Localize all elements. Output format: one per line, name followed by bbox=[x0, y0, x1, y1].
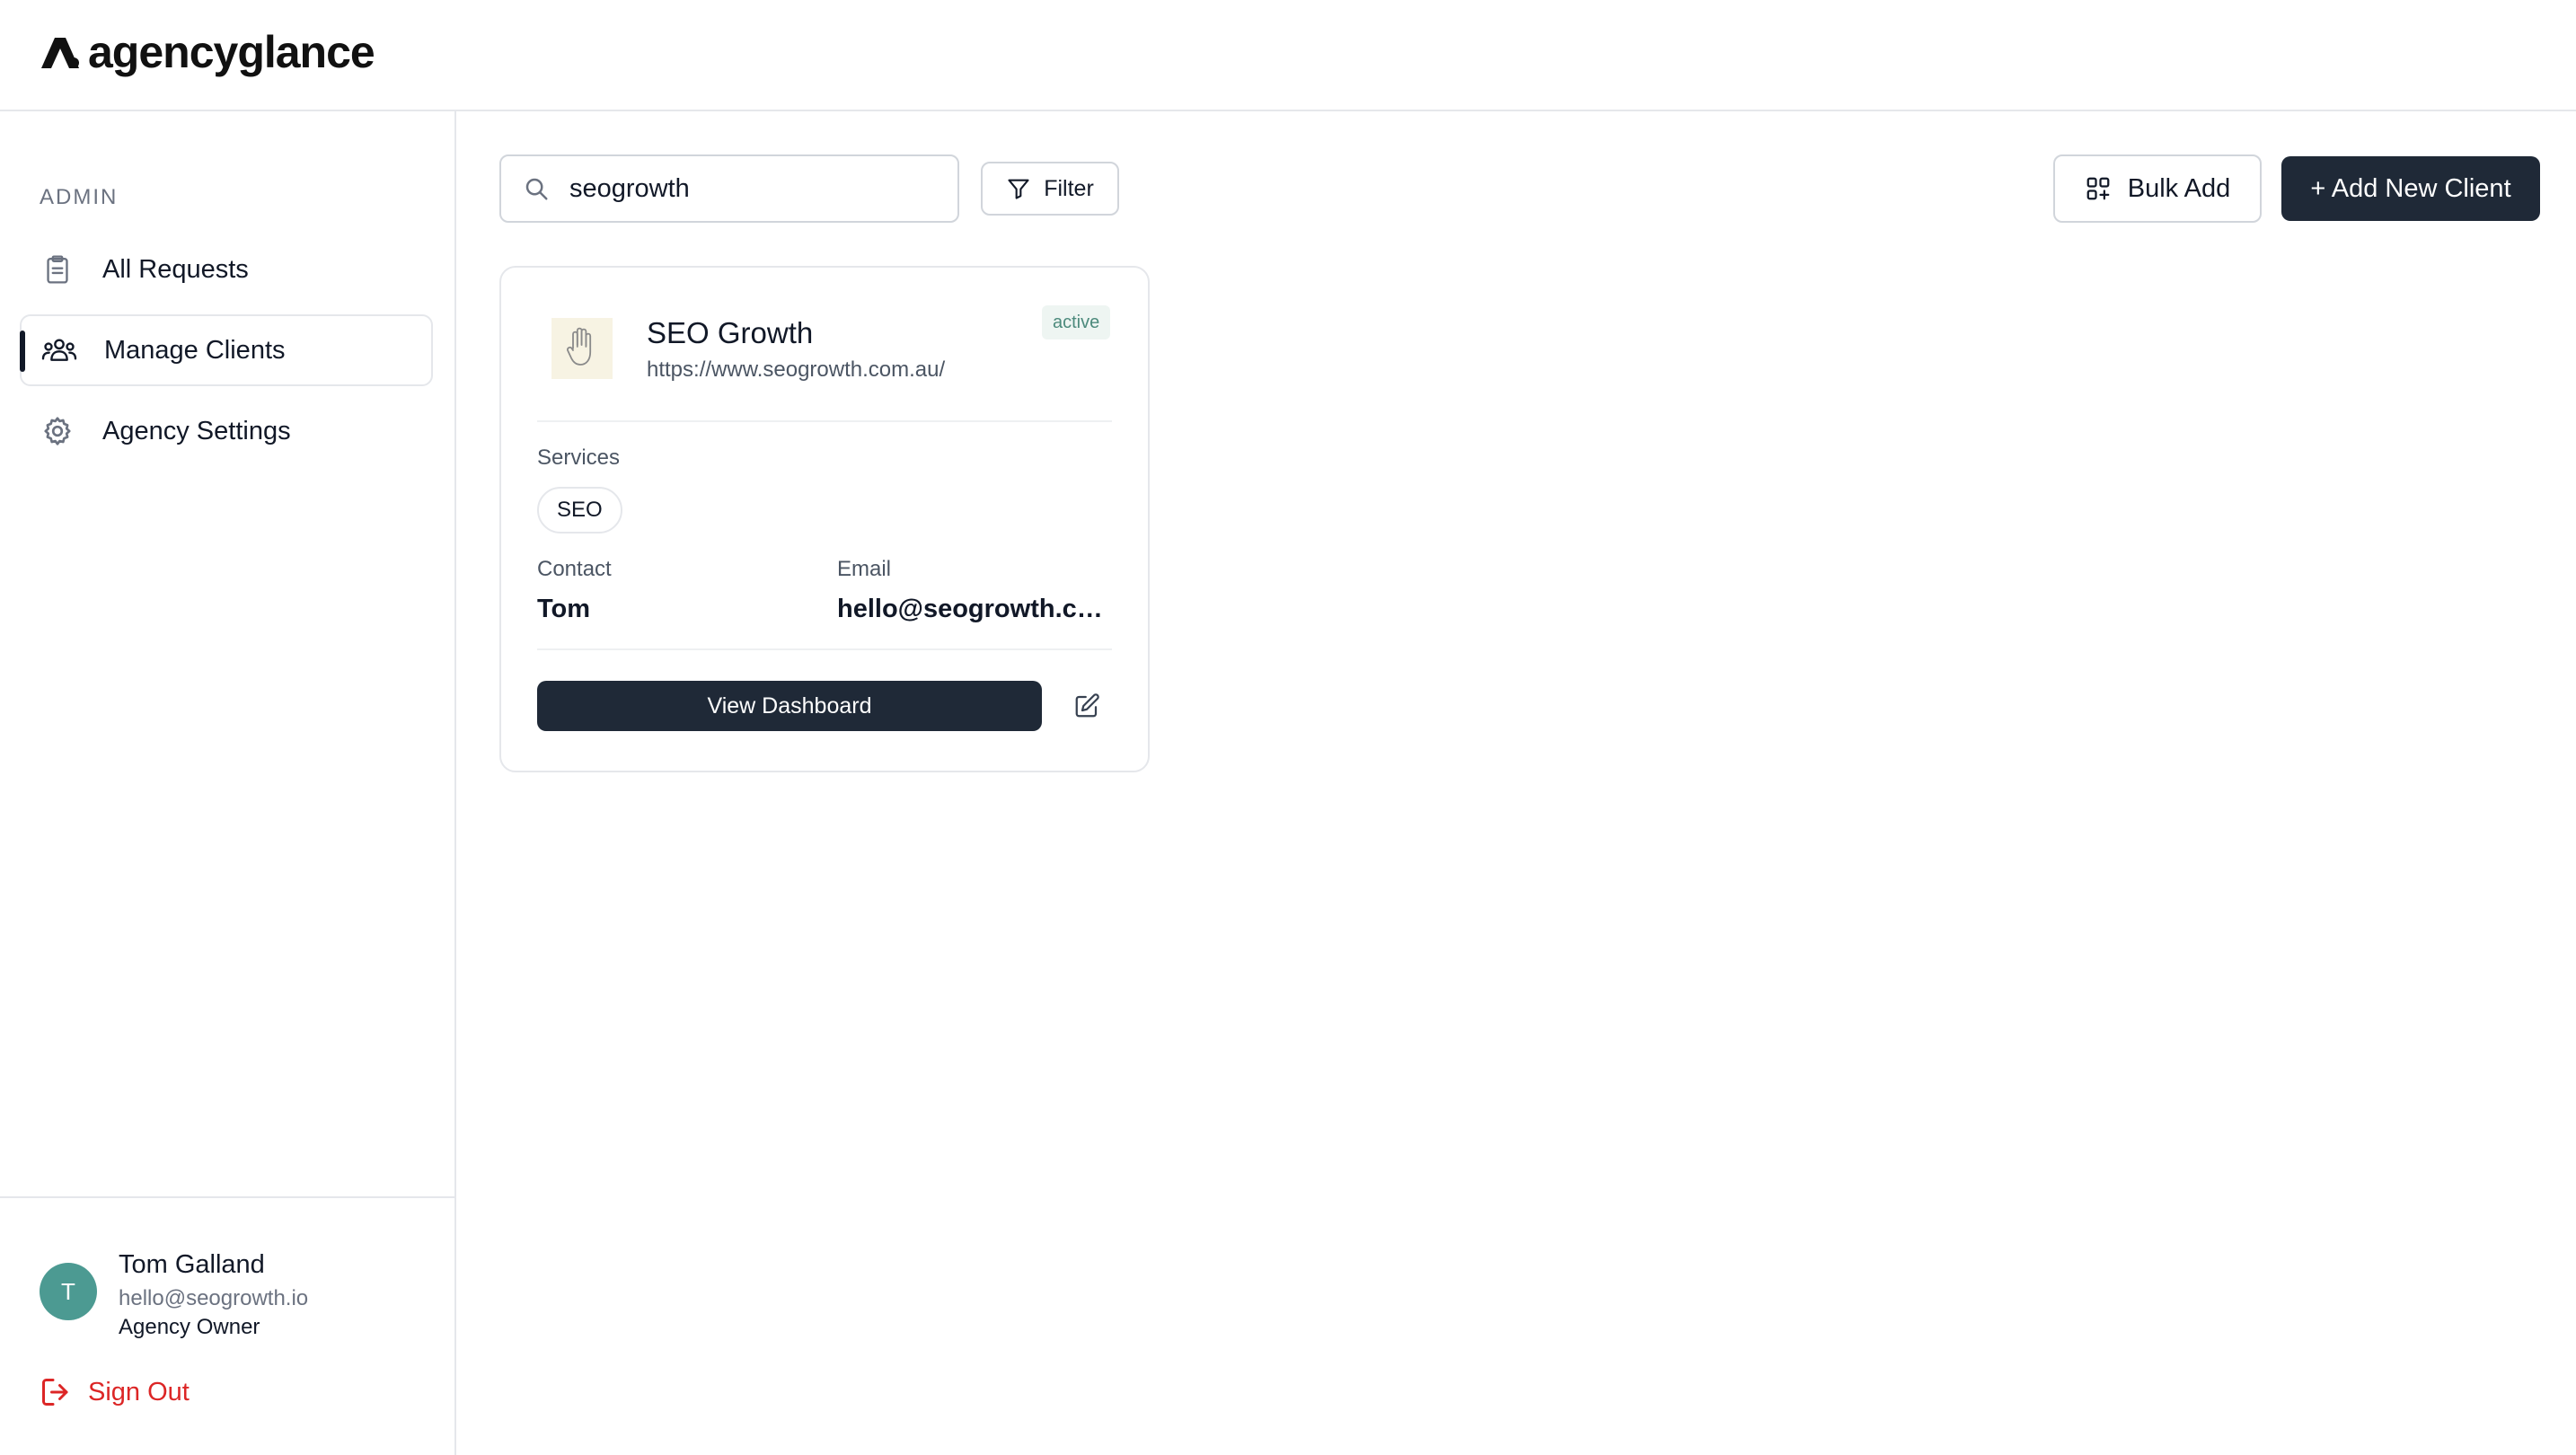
view-dashboard-button[interactable]: View Dashboard bbox=[537, 681, 1042, 731]
brand-mark-icon bbox=[41, 38, 79, 68]
edit-client-button[interactable] bbox=[1069, 688, 1105, 724]
filter-label: Filter bbox=[1044, 175, 1094, 201]
search-input[interactable] bbox=[569, 173, 911, 204]
filter-icon bbox=[1008, 179, 1029, 199]
sidebar-section-label: ADMIN bbox=[40, 185, 119, 209]
status-badge: active bbox=[1042, 305, 1111, 340]
add-new-client-label: + Add New Client bbox=[2310, 173, 2511, 203]
users-icon bbox=[41, 332, 77, 368]
card-divider bbox=[537, 420, 1112, 422]
email-label: Email bbox=[837, 557, 892, 581]
search-box[interactable] bbox=[499, 154, 959, 223]
brand-name: agencyglance bbox=[88, 27, 375, 77]
card-divider bbox=[537, 648, 1112, 650]
contact-value: Tom bbox=[537, 595, 591, 623]
sidebar-item-label: Manage Clients bbox=[104, 335, 286, 365]
bulk-add-label: Bulk Add bbox=[2127, 173, 2231, 203]
user-panel: T Tom Galland hello@seogrowth.io Agency … bbox=[0, 1196, 454, 1455]
user-name: Tom Galland bbox=[119, 1250, 265, 1279]
sidebar-item-label: All Requests bbox=[102, 254, 249, 284]
top-bar: agencyglance bbox=[0, 0, 2576, 111]
add-new-client-button[interactable]: + Add New Client bbox=[2281, 156, 2540, 221]
filter-button[interactable]: Filter bbox=[981, 162, 1119, 216]
edit-icon bbox=[1075, 693, 1099, 718]
user-email: hello@seogrowth.io bbox=[119, 1286, 309, 1310]
hand-icon bbox=[567, 327, 592, 366]
bulk-add-button[interactable]: Bulk Add bbox=[2053, 154, 2262, 223]
sign-out-label: Sign Out bbox=[88, 1377, 190, 1406]
services-label: Services bbox=[537, 445, 621, 470]
search-icon bbox=[525, 178, 548, 200]
view-dashboard-label: View Dashboard bbox=[707, 692, 872, 719]
client-url[interactable]: https://www.seogrowth.com.au/ bbox=[647, 357, 945, 383]
sign-out-button[interactable]: Sign Out bbox=[40, 1376, 190, 1408]
client-name: SEO Growth bbox=[647, 316, 814, 349]
client-card: SEO Growth https://www.seogrowth.com.au/… bbox=[499, 266, 1150, 772]
gear-icon bbox=[40, 413, 75, 449]
contact-label: Contact bbox=[537, 557, 612, 581]
sign-out-icon bbox=[42, 1379, 68, 1406]
clipboard-icon bbox=[40, 251, 75, 287]
sidebar: ADMIN All Requests Manage Clients Agency… bbox=[0, 111, 456, 1455]
sidebar-item-agency-settings[interactable]: Agency Settings bbox=[20, 395, 433, 467]
user-role: Agency Owner bbox=[119, 1315, 260, 1339]
brand-logo[interactable]: agencyglance bbox=[40, 25, 375, 79]
client-logo bbox=[551, 318, 613, 379]
sidebar-item-label: Agency Settings bbox=[102, 416, 291, 445]
service-tag-seo: SEO bbox=[537, 487, 622, 534]
sidebar-item-all-requests[interactable]: All Requests bbox=[20, 234, 433, 305]
bulk-add-icon bbox=[2086, 177, 2110, 200]
sidebar-item-manage-clients[interactable]: Manage Clients bbox=[20, 314, 433, 386]
avatar: T bbox=[40, 1263, 97, 1320]
email-value: hello@seogrowth.co... bbox=[837, 595, 1107, 623]
